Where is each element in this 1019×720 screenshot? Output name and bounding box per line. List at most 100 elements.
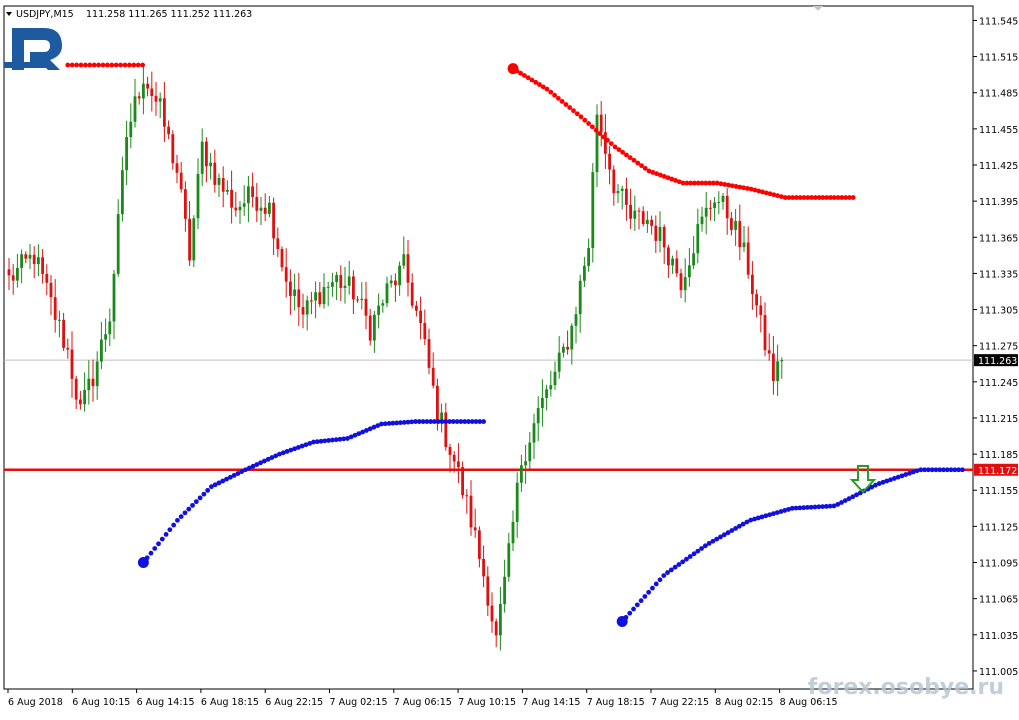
candle-body bbox=[654, 225, 658, 241]
candle-body bbox=[465, 495, 469, 497]
candle-body bbox=[553, 371, 557, 386]
support-dot bbox=[182, 510, 188, 516]
support-dot bbox=[646, 589, 652, 595]
candle-body bbox=[154, 95, 158, 102]
shift-marker-icon[interactable] bbox=[813, 6, 823, 11]
resistance-dot bbox=[100, 62, 106, 68]
candle-body bbox=[734, 221, 737, 230]
candle-body bbox=[599, 114, 603, 133]
candle-body bbox=[175, 163, 179, 173]
candle-body bbox=[83, 390, 86, 405]
candle-body bbox=[364, 298, 368, 316]
candle-body bbox=[520, 465, 523, 483]
support-dot bbox=[638, 598, 644, 604]
candle-body bbox=[104, 334, 107, 340]
resistance-dot bbox=[578, 114, 584, 120]
support-dot bbox=[481, 419, 486, 424]
candle-body bbox=[79, 399, 82, 405]
resistance-dot bbox=[582, 117, 588, 123]
candle-body bbox=[234, 207, 238, 211]
candle-body bbox=[255, 196, 259, 211]
candle-body bbox=[469, 495, 473, 528]
candle-body bbox=[478, 530, 481, 559]
candle-body bbox=[486, 576, 490, 606]
x-tick-label: 7 Aug 22:15 bbox=[651, 697, 709, 708]
candle-body bbox=[507, 543, 511, 577]
candle-body bbox=[347, 276, 351, 286]
candle-body bbox=[536, 408, 540, 424]
candle-body bbox=[591, 172, 595, 249]
resistance-dot bbox=[552, 92, 557, 98]
y-tick-label: 111.365 bbox=[979, 233, 1018, 244]
candle-body bbox=[221, 178, 225, 192]
y-tick-label: 111.095 bbox=[979, 559, 1018, 570]
candle-body bbox=[360, 298, 364, 301]
candle-body bbox=[562, 346, 565, 353]
support-dot bbox=[152, 546, 158, 551]
candle-body bbox=[700, 216, 704, 225]
y-tick-label: 111.545 bbox=[979, 16, 1018, 27]
candle-body bbox=[574, 314, 578, 326]
candle-body bbox=[612, 169, 616, 194]
candle-body bbox=[179, 172, 183, 190]
resistance-dot bbox=[574, 111, 580, 117]
candle-body bbox=[570, 325, 574, 350]
candle-body bbox=[528, 442, 532, 462]
candle-body bbox=[675, 258, 679, 274]
support-dot bbox=[650, 585, 655, 591]
candle-body bbox=[289, 281, 292, 296]
candle-body bbox=[780, 360, 784, 362]
candle-body bbox=[667, 247, 670, 266]
resistance-dot bbox=[74, 62, 79, 68]
y-tick-label: 111.245 bbox=[979, 378, 1018, 389]
resistance-dot bbox=[608, 141, 614, 146]
candle-body bbox=[280, 248, 284, 268]
candle-body bbox=[650, 219, 653, 226]
candle-body bbox=[16, 267, 19, 281]
candle-body bbox=[717, 201, 721, 203]
candle-body bbox=[763, 315, 767, 351]
y-tick-label: 111.275 bbox=[979, 342, 1018, 353]
resistance-dot bbox=[109, 62, 115, 68]
candle-body bbox=[490, 605, 494, 622]
candle-body bbox=[213, 162, 217, 185]
resistance-dot bbox=[118, 62, 123, 68]
y-tick-label: 111.515 bbox=[979, 53, 1018, 64]
candle-body bbox=[776, 361, 779, 381]
candle-body bbox=[95, 361, 99, 387]
candle-body bbox=[108, 321, 112, 335]
y-tick-label: 111.155 bbox=[979, 486, 1018, 497]
candle-body bbox=[297, 289, 301, 308]
resistance-dot bbox=[601, 134, 607, 140]
candle-body bbox=[41, 257, 44, 274]
candle-body bbox=[209, 162, 212, 167]
candle-body bbox=[301, 307, 305, 315]
support-dot bbox=[193, 499, 199, 505]
candle-body bbox=[184, 189, 187, 219]
support-dot bbox=[175, 517, 180, 523]
candle-body bbox=[352, 276, 355, 300]
support-dot bbox=[159, 536, 165, 542]
price-chart[interactable]: 111.545 111.515 111.485 111.455 111.425 111.3… bbox=[0, 0, 1019, 716]
x-tick-label: 7 Aug 06:15 bbox=[394, 697, 452, 708]
candle-body bbox=[368, 315, 372, 341]
candle-body bbox=[62, 319, 65, 348]
candle-body bbox=[746, 242, 750, 275]
candle-body bbox=[688, 265, 691, 278]
candle-body bbox=[557, 352, 561, 372]
support-dot bbox=[190, 502, 195, 508]
support-dot bbox=[171, 522, 177, 528]
dropdown-triangle-icon[interactable] bbox=[6, 12, 12, 16]
candle-body bbox=[616, 190, 620, 194]
resistance-dot bbox=[96, 62, 101, 68]
resistance-dot bbox=[563, 102, 569, 107]
candle-body bbox=[133, 96, 137, 122]
candle-body bbox=[772, 353, 775, 381]
candle-body bbox=[28, 254, 32, 259]
chart-area[interactable]: 111.545 111.515 111.485 111.455 111.425 111.3… bbox=[0, 0, 1019, 716]
candle-body bbox=[725, 195, 729, 219]
candle-body bbox=[87, 378, 91, 391]
candle-body bbox=[331, 282, 334, 287]
candle-body bbox=[742, 242, 746, 248]
candle-body bbox=[448, 446, 452, 455]
